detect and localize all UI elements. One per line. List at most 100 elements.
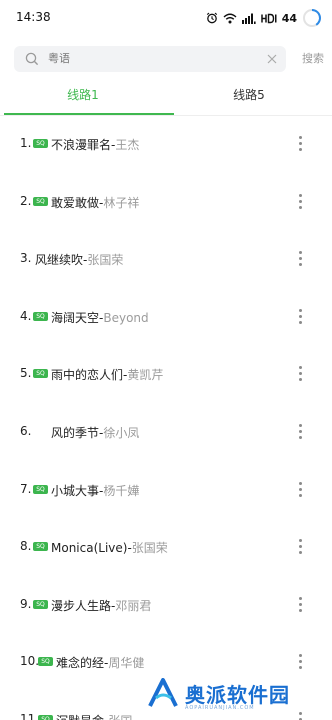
song-artist: 邓丽君: [115, 598, 152, 613]
more-dot: [299, 487, 302, 491]
watermark: 奥派软件园 AOPAIRUANJIAN.COM: [147, 676, 327, 716]
song-index: 4.: [20, 308, 32, 323]
song-info: 不浪漫罪名-王杰: [51, 136, 139, 153]
song-row[interactable]: 9. SQ 漫步人生路-邓丽君: [0, 577, 332, 635]
song-index: 9.: [20, 596, 32, 611]
song-artist: 张国荣: [87, 253, 124, 268]
more-dot: [299, 545, 302, 549]
search-button[interactable]: 搜索: [302, 46, 324, 72]
song-row[interactable]: 2. SQ 敢爱敢做-林子祥: [0, 174, 332, 232]
more-dot: [299, 366, 302, 370]
watermark-subtext: AOPAIRUANJIAN.COM: [185, 705, 255, 711]
song-artist: 林子祥: [103, 195, 140, 210]
more-dot: [299, 608, 302, 612]
sq-quality-badge: SQ: [38, 657, 53, 667]
more-vertical-icon[interactable]: [297, 539, 305, 557]
song-title: 沉默是金: [56, 714, 104, 720]
more-dot: [299, 314, 302, 318]
song-row[interactable]: 7. SQ 小城大事-杨千嬅: [0, 462, 332, 520]
watermark-text: 奥派软件园: [185, 683, 290, 707]
more-dot: [299, 539, 302, 543]
song-artist: 张国: [108, 714, 132, 720]
more-dot: [299, 263, 302, 267]
song-title: Monica(Live): [51, 541, 128, 556]
song-info: 风的季节-徐小凤: [51, 424, 139, 441]
active-tab-indicator: [4, 113, 174, 115]
sq-quality-badge: SQ: [33, 196, 48, 206]
song-index: 3.: [20, 251, 32, 266]
more-vertical-icon[interactable]: [297, 193, 305, 212]
song-artist: 张国荣: [131, 541, 168, 556]
status-icons: 44: [206, 7, 322, 29]
status-bar: 14:38 44: [0, 0, 332, 36]
song-row[interactable]: 4. SQ 海阔天空-Beyond: [0, 289, 332, 347]
song-artist: 周华健: [108, 656, 145, 671]
wifi-icon: [223, 13, 237, 23]
route-tabs: 线路1 线路5: [0, 82, 332, 116]
more-dot: [299, 257, 302, 261]
song-info: 沉默是金-张国: [56, 712, 132, 720]
more-vertical-icon[interactable]: [297, 424, 305, 442]
song-index: 10.: [20, 654, 40, 669]
search-box[interactable]: [14, 46, 286, 72]
more-vertical-icon[interactable]: [297, 136, 305, 154]
song-row[interactable]: 8. SQ Monica(Live)-张国荣: [0, 519, 332, 577]
search-bar: 搜索: [0, 46, 332, 72]
more-dot: [299, 378, 302, 382]
tab-route-1[interactable]: 线路1: [0, 82, 166, 116]
sq-quality-badge: SQ: [33, 599, 48, 609]
more-vertical-icon[interactable]: [297, 654, 305, 672]
song-row[interactable]: 5. SQ 雨中的恋人们-黄凯芹: [0, 346, 332, 404]
more-dot: [299, 602, 302, 606]
song-title: 风继续吹: [35, 253, 84, 268]
song-info: 敢爱敢做-林子祥: [51, 194, 139, 211]
song-info: 风继续吹-张国荣: [35, 251, 123, 268]
more-vertical-icon[interactable]: [297, 251, 305, 269]
search-icon: [25, 52, 39, 66]
song-info: 雨中的恋人们-黄凯芹: [51, 366, 163, 383]
song-title: 不浪漫罪名: [51, 138, 112, 152]
more-dot: [299, 251, 302, 255]
song-title: 风的季节: [51, 426, 100, 440]
song-artist: Beyond: [103, 310, 149, 325]
sq-quality-badge: SQ: [33, 484, 48, 494]
more-dot: [299, 596, 302, 600]
close-icon[interactable]: [266, 53, 278, 65]
more-dot: [299, 436, 302, 439]
song-title: 难念的经: [56, 656, 105, 671]
song-info: 难念的经-周华健: [56, 654, 144, 671]
more-dot: [299, 424, 302, 427]
more-dot: [299, 320, 302, 324]
more-dot: [299, 205, 302, 209]
more-dot: [299, 193, 302, 197]
alarm-icon: [206, 12, 217, 24]
more-dot: [299, 142, 302, 145]
more-vertical-icon[interactable]: [297, 481, 305, 500]
search-input[interactable]: [48, 46, 268, 72]
song-index: 7.: [20, 481, 32, 496]
song-info: 漫步人生路-邓丽君: [51, 597, 151, 614]
more-vertical-icon[interactable]: [297, 596, 305, 615]
more-dot: [299, 654, 302, 658]
song-row[interactable]: 6. 风的季节-徐小凤: [0, 404, 332, 462]
song-index: 8.: [20, 539, 32, 554]
song-row[interactable]: 3. 风继续吹-张国荣: [0, 231, 332, 289]
hd-icon: [260, 13, 277, 23]
song-artist: 黄凯芹: [127, 368, 164, 383]
song-artist: 徐小凤: [103, 426, 140, 440]
song-row[interactable]: 1. SQ 不浪漫罪名-王杰: [0, 116, 332, 174]
more-vertical-icon[interactable]: [297, 308, 305, 327]
watermark-logo-icon: [148, 678, 178, 707]
song-info: 小城大事-杨千嬅: [51, 482, 139, 499]
more-vertical-icon[interactable]: [297, 366, 305, 384]
signal-icon: [241, 13, 256, 24]
tab-route-5[interactable]: 线路5: [166, 82, 332, 116]
more-dot: [299, 136, 302, 139]
song-artist: 王杰: [115, 138, 140, 152]
status-time: 14:38: [16, 10, 51, 24]
song-title: 漫步人生路: [51, 598, 112, 613]
more-dot: [299, 666, 302, 670]
song-title: 小城大事: [51, 483, 100, 498]
song-info: Monica(Live)-张国荣: [51, 539, 168, 556]
more-dot: [299, 199, 302, 203]
